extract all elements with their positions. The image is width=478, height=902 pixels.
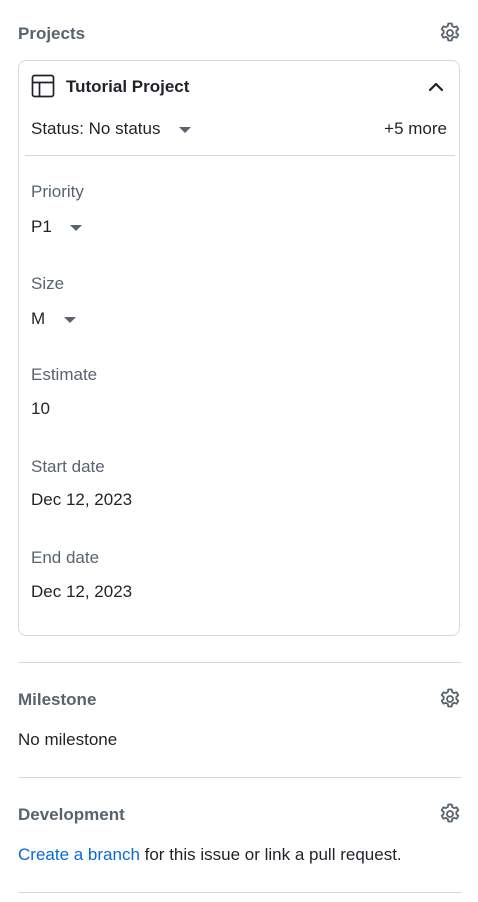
projects-gear-icon[interactable] <box>438 21 462 45</box>
size-dropdown[interactable]: M <box>31 309 76 329</box>
project-name[interactable]: Tutorial Project <box>66 77 189 97</box>
caret-down-icon <box>70 224 83 231</box>
field-label-size: Size <box>31 274 65 293</box>
size-value: M <box>31 309 46 328</box>
more-fields-button[interactable]: +5 more <box>384 119 447 139</box>
development-rest-text: for this issue or link a pull request. <box>139 845 402 864</box>
section-divider <box>18 892 462 893</box>
priority-dropdown[interactable]: P1 <box>31 217 83 237</box>
field-label-end-date: End date <box>31 548 100 567</box>
priority-value: P1 <box>31 217 52 236</box>
chevron-up-icon[interactable] <box>427 78 445 96</box>
table-icon <box>31 74 55 98</box>
milestone-gear-icon[interactable] <box>438 687 462 711</box>
development-gear-icon[interactable] <box>438 802 462 826</box>
end-date-value[interactable]: Dec 12, 2023 <box>31 582 132 602</box>
field-label-priority: Priority <box>31 182 84 201</box>
field-label-start-date: Start date <box>31 457 105 476</box>
field-label-estimate: Estimate <box>31 365 98 384</box>
status-text: Status: No status <box>31 119 161 138</box>
project-card: Tutorial Project Status: No status +5 mo… <box>18 60 460 636</box>
caret-down-icon <box>178 126 191 133</box>
milestone-title: Milestone <box>18 690 97 709</box>
section-divider <box>18 777 462 778</box>
development-title: Development <box>18 805 125 824</box>
status-dropdown[interactable]: Status: No status <box>31 119 191 139</box>
caret-down-icon <box>63 316 76 323</box>
section-divider <box>18 662 462 663</box>
card-divider <box>25 155 455 156</box>
milestone-value: No milestone <box>18 730 118 749</box>
projects-title: Projects <box>18 24 86 43</box>
estimate-value[interactable]: 10 <box>31 399 50 419</box>
create-branch-link[interactable]: Create a branch <box>18 845 140 864</box>
start-date-value[interactable]: Dec 12, 2023 <box>31 490 132 510</box>
development-text: Create a branch for this issue or link a… <box>18 845 402 865</box>
